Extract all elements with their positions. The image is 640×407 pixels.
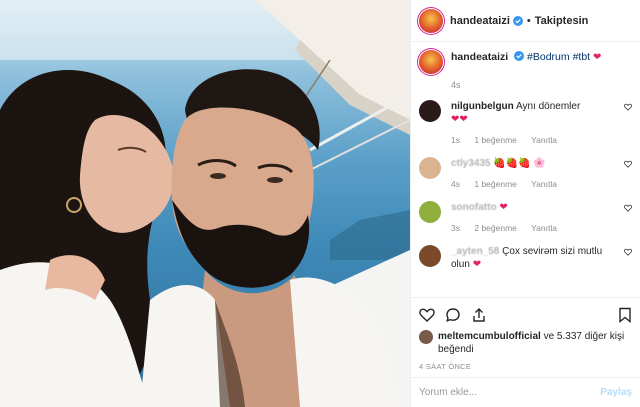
comment-time: 3s: [451, 223, 460, 233]
comment-text: Aynı dönemler: [516, 101, 581, 112]
add-comment-input[interactable]: Yorum ekle...: [419, 387, 477, 398]
following-button[interactable]: Takiptesin: [535, 15, 589, 27]
like-comment-heart-icon[interactable]: [624, 103, 632, 111]
post-comment-button[interactable]: Paylaş: [600, 387, 632, 398]
couple-photo: [0, 0, 410, 407]
comment-item: nilgunbelgun Aynı dönemler ❤❤ 1s 1 beğen…: [419, 100, 632, 147]
reply-button[interactable]: Yanıtla: [531, 223, 557, 233]
share-icon[interactable]: [471, 307, 487, 323]
commenter-avatar[interactable]: [419, 201, 441, 223]
comment-item: _ayten_58 Çox sevirəm sizi mutlu olun ❤: [419, 245, 632, 271]
commenter-avatar[interactable]: [419, 157, 441, 179]
commenter-username[interactable]: _ayten_58: [451, 246, 499, 257]
like-heart-icon[interactable]: [419, 307, 435, 323]
hashtag-link[interactable]: #tbt: [573, 51, 591, 63]
commenter-username[interactable]: ctly3435: [451, 158, 490, 169]
liker-avatar[interactable]: [419, 330, 433, 344]
like-comment-heart-icon[interactable]: [624, 204, 632, 212]
post-photo[interactable]: [0, 0, 410, 407]
comment-time: 4s: [451, 179, 460, 189]
comment-emoji: ❤: [472, 259, 482, 270]
author-avatar[interactable]: [419, 8, 443, 33]
reply-button[interactable]: Yanıtla: [531, 135, 557, 145]
post-actions: meltemcumbulofficial ve 5.337 diğer kişi…: [411, 297, 640, 377]
comment-bubble-icon[interactable]: [445, 307, 461, 323]
caption-time: 4s: [451, 80, 461, 90]
likes-suffix: beğendi: [438, 344, 474, 355]
post-timestamp: 4 SAAT ÖNCE: [419, 362, 472, 371]
comment-likes[interactable]: 1 beğenme: [474, 135, 517, 145]
hashtag-link[interactable]: #Bodrum: [527, 51, 570, 63]
post-header: handeataizi • Takiptesin: [411, 0, 640, 42]
commenter-username[interactable]: nilgunbelgun: [451, 101, 514, 112]
like-comment-heart-icon[interactable]: [624, 248, 632, 256]
comment-time: 1s: [451, 135, 460, 145]
comment-emoji: ❤❤: [451, 114, 468, 125]
comment-likes[interactable]: 2 beğenme: [474, 223, 517, 233]
comment-likes[interactable]: 1 beğenme: [474, 179, 517, 189]
likes-count[interactable]: ve 5.337 diğer kişi: [544, 331, 625, 342]
likes-summary: meltemcumbulofficial ve 5.337 diğer kişi…: [419, 330, 632, 356]
verified-badge-icon: [512, 15, 523, 26]
comments-list[interactable]: handeataizi #Bodrum #tbt ❤ 4s nilgunbelg…: [411, 42, 640, 297]
comment-emoji: 🍓🍓🍓 🌸: [493, 158, 546, 169]
instagram-post: handeataizi • Takiptesin handeataizi #Bo…: [0, 0, 640, 407]
verified-badge-icon: [514, 51, 525, 61]
reply-button[interactable]: Yanıtla: [531, 179, 557, 189]
post-caption: handeataizi #Bodrum #tbt ❤: [419, 50, 632, 74]
commenter-avatar[interactable]: [419, 245, 441, 267]
commenter-username[interactable]: sonofatto: [451, 202, 497, 213]
add-comment-bar: Yorum ekle... Paylaş: [411, 377, 640, 407]
header-separator: •: [526, 14, 531, 27]
like-comment-heart-icon[interactable]: [624, 160, 632, 168]
heart-emoji: ❤: [593, 52, 602, 63]
caption-username[interactable]: handeataizi: [451, 51, 508, 63]
commenter-avatar[interactable]: [419, 100, 441, 122]
comment-item: ctly3435 🍓🍓🍓 🌸 4s 1 beğenme Yanıtla: [419, 157, 632, 191]
post-sidebar: handeataizi • Takiptesin handeataizi #Bo…: [410, 0, 640, 407]
author-username[interactable]: handeataizi: [450, 15, 510, 27]
comment-item: sonofatto ❤ 3s 2 beğenme Yanıtla: [419, 201, 632, 235]
caption-avatar[interactable]: [419, 50, 443, 74]
bookmark-icon[interactable]: [618, 307, 632, 323]
liker-username[interactable]: meltemcumbulofficial: [438, 331, 541, 342]
comment-emoji: ❤: [499, 202, 508, 213]
